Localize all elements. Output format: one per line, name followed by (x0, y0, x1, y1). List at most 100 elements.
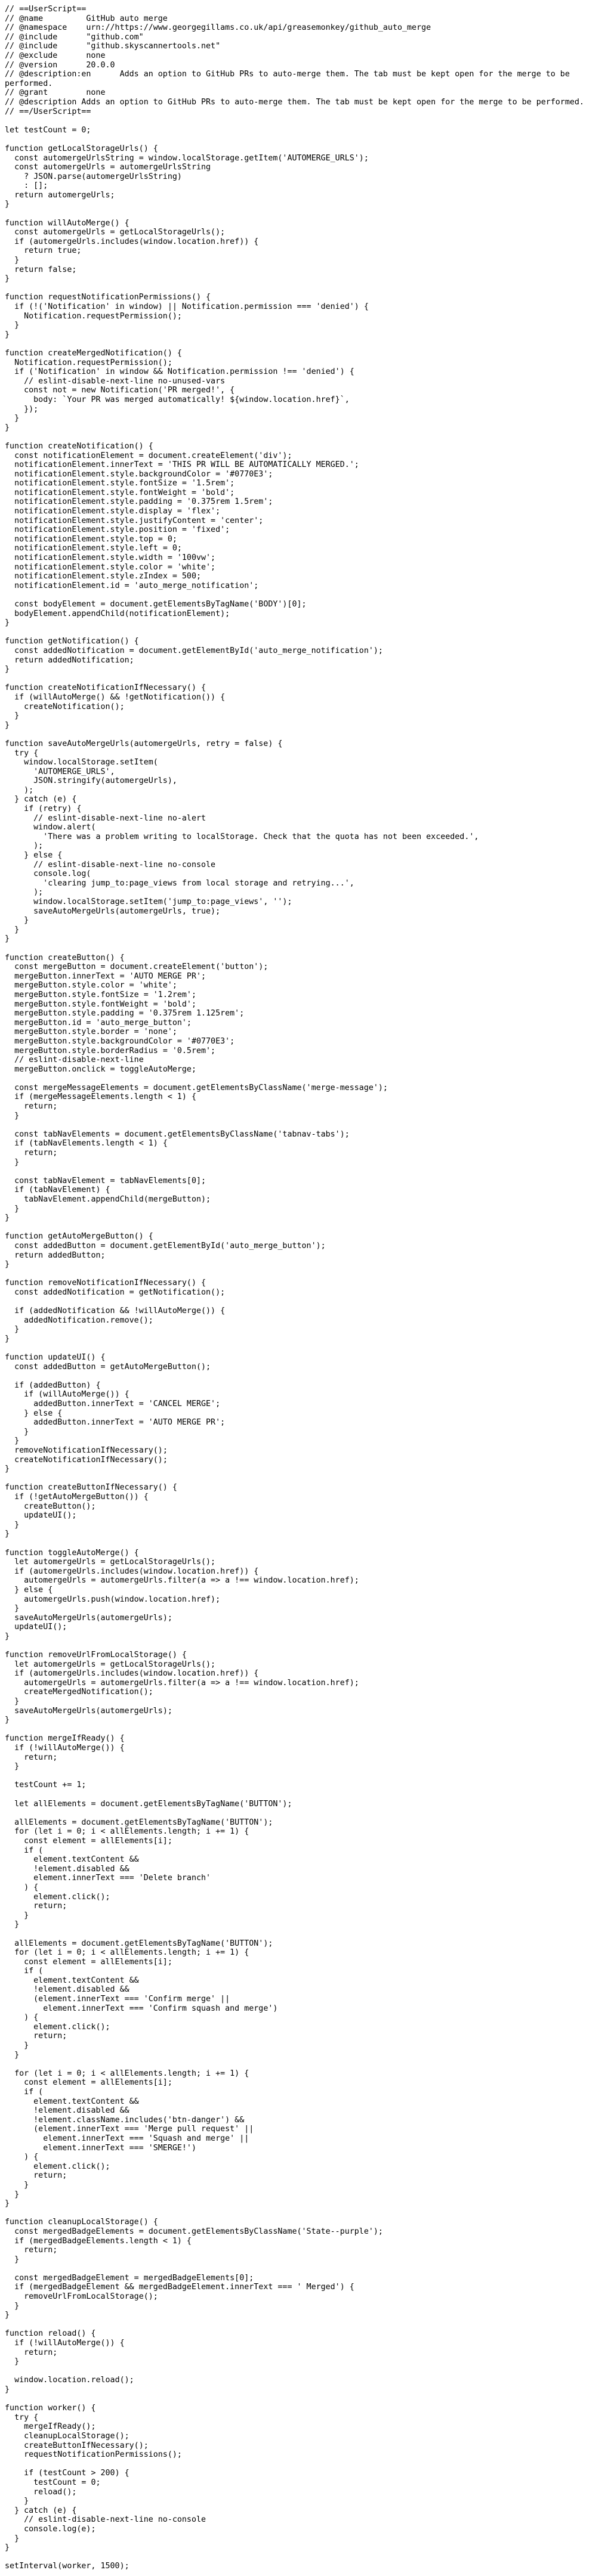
code-line: notificationElement.innerText = 'THIS PR… (5, 460, 359, 470)
code-line: createMergedNotification(); (5, 1688, 153, 1697)
code-line: if (mergedBadgeElements.length < 1) { (5, 2236, 192, 2246)
code-line: body: `Your PR was merged automatically!… (5, 395, 350, 404)
code-line: function createButtonIfNecessary() { (5, 1483, 177, 1493)
code-line: ); (5, 841, 44, 851)
code-line: ) { (5, 2153, 39, 2162)
code-line: } (5, 2497, 29, 2506)
code-line: for (let i = 0; i < allElements.length; … (5, 1827, 249, 1837)
code-line: element.innerText === 'Confirm squash an… (5, 2004, 278, 2013)
code-line: } (5, 2041, 29, 2051)
code-line: if (retry) { (5, 804, 82, 814)
code-line: if ( (5, 2088, 44, 2097)
code-line: return; (5, 2246, 58, 2255)
code-line: if (mergedBadgeElement && mergedBadgeEle… (5, 2283, 354, 2292)
code-line: } (5, 321, 20, 330)
code-line: updateUI(); (5, 1623, 67, 1632)
code-line: function saveAutoMergeUrls(automergeUrls… (5, 739, 283, 748)
code-line: function getNotification() { (5, 637, 139, 646)
code-line: automergeUrls.push(window.location.href)… (5, 1594, 221, 1604)
code-line: if (mergeMessageElements.length < 1) { (5, 1092, 196, 1102)
code-line: } (5, 2543, 10, 2553)
code-line: // eslint-disable-next-line no-console (5, 2515, 206, 2525)
code-line: if (willAutoMerge() && !getNotification(… (5, 692, 226, 702)
code-line: const automergeUrls = getLocalStorageUrl… (5, 228, 226, 237)
code-line: mergeButton.style.borderRadius = '0.5rem… (5, 1046, 216, 1055)
code-line: addedButton.innerText = 'AUTO MERGE PR'; (5, 1418, 226, 1428)
code-line: notificationElement.style.padding = '0.3… (5, 497, 273, 507)
code-line: return addedNotification; (5, 655, 134, 665)
code-line: Notification.requestPermission(); (5, 311, 182, 321)
code-line: } (5, 1716, 10, 1725)
code-line: !element.className.includes('btn-danger'… (5, 2115, 245, 2125)
code-line: const mergeButton = document.createEleme… (5, 962, 269, 972)
code-line: if (!getAutoMergeButton()) { (5, 1493, 149, 1501)
code-line: const notificationElement = document.cre… (5, 451, 292, 460)
code-line: } (5, 1697, 20, 1707)
code-line: notificationElement.style.fontSize = '1.… (5, 479, 235, 488)
code-line: } (5, 1631, 10, 1641)
code-line: function getLocalStorageUrls() { (5, 144, 158, 153)
code-line: // eslint-disable-next-line no-console (5, 860, 216, 869)
code-line: return automergeUrls; (5, 190, 115, 200)
code-line: if ('Notification' in window && Notifica… (5, 367, 354, 377)
code-line: function removeNotificationIfNecessary()… (5, 1278, 206, 1288)
code-line: function createButton() { (5, 953, 125, 962)
code-line: ); (5, 785, 34, 795)
code-line: notificationElement.style.display = 'fle… (5, 507, 221, 516)
code-line: const addedButton = getAutoMergeButton()… (5, 1362, 211, 1371)
code-line: function requestNotificationPermissions(… (5, 293, 211, 302)
code-line: function createMergedNotification() { (5, 348, 182, 358)
code-line: } (5, 2534, 20, 2543)
code-line: (element.innerText === 'Confirm merge' |… (5, 1995, 230, 2004)
code-line: const automergeUrls = automergeUrlsStrin… (5, 163, 211, 172)
code-line: mergeIfReady(); (5, 2422, 96, 2432)
code-line: element.textContent && (5, 2097, 139, 2106)
code-line: notificationElement.style.justifyContent… (5, 516, 264, 525)
code-line: let automergeUrls = getLocalStorageUrls(… (5, 1558, 216, 1567)
code-line: } (5, 1325, 20, 1335)
code-line: console.log( (5, 869, 91, 879)
code-line: let automergeUrls = getLocalStorageUrls(… (5, 1659, 216, 1669)
code-line: function createNotification() { (5, 441, 153, 451)
code-line: } (5, 665, 10, 674)
code-line: } (5, 1427, 29, 1436)
code-line: } (5, 2050, 20, 2060)
code-line: mergeButton.onclick = toggleAutoMerge; (5, 1064, 196, 1074)
code-line: element.click(); (5, 1892, 110, 1902)
code-line: // @include "github.skyscannertools.net" (5, 42, 221, 51)
code-line: requestNotificationPermissions(); (5, 2450, 182, 2460)
code-line: function mergeIfReady() { (5, 1734, 125, 1744)
code-line: const addedNotification = getNotificatio… (5, 1287, 226, 1297)
code-line: if (automergeUrls.includes(window.locati… (5, 1566, 259, 1576)
code-line: } (5, 720, 10, 730)
code-line: } (5, 934, 10, 944)
code-line: window.localStorage.setItem('jump_to:pag… (5, 897, 292, 906)
code-line: element.innerText === 'Delete branch' (5, 1874, 211, 1883)
code-line: } (5, 1436, 20, 1446)
code-line: function reload() { (5, 2329, 96, 2339)
code-line: const element = allElements[i]; (5, 1957, 172, 1967)
code-line: if (automergeUrls.includes(window.locati… (5, 1669, 259, 1679)
code-line: // @name GitHub auto merge (5, 14, 168, 23)
code-line: mergeButton.style.border = 'none'; (5, 1027, 177, 1037)
code-line: } (5, 1111, 20, 1120)
code-line: return; (5, 1102, 58, 1111)
code-line: } (5, 2255, 20, 2264)
code-line: 'clearing jump_to:page_views from local … (5, 878, 354, 888)
code-line: createNotification(); (5, 702, 125, 711)
